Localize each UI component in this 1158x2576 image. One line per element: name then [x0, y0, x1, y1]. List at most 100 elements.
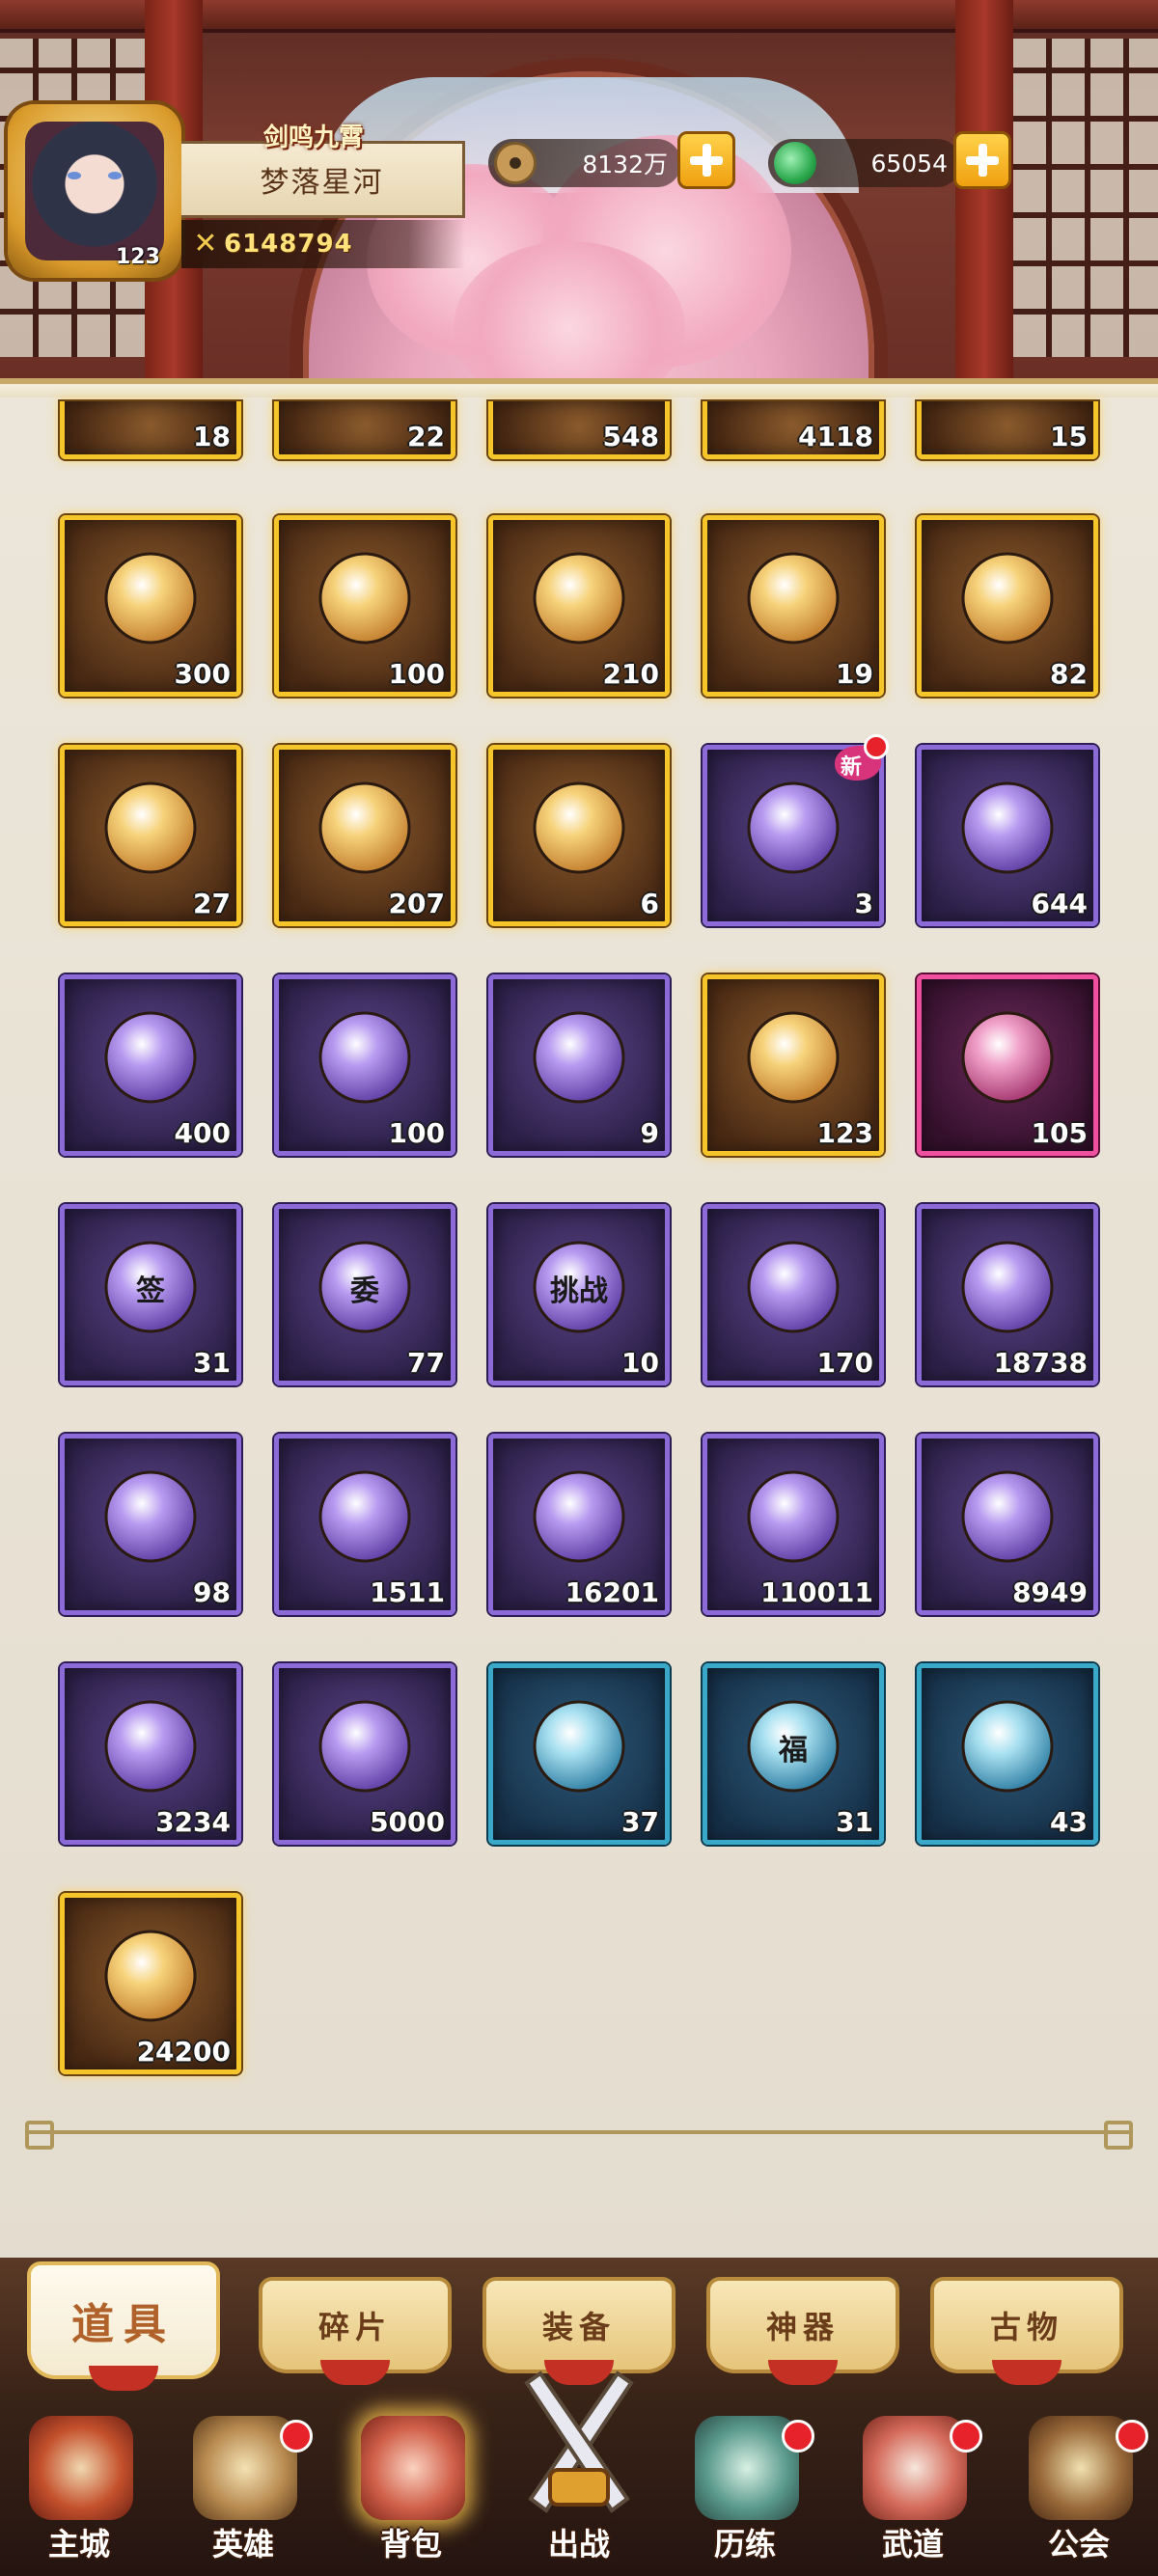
nav-martial[interactable]: 武道 — [836, 2393, 990, 2576]
inventory-slot[interactable]: 3234 — [60, 1663, 241, 1845]
new-badge: 新 — [835, 734, 889, 782]
item-quantity: 6 — [640, 888, 659, 919]
dragon-emblem-icon — [97, 1923, 204, 2029]
item-quantity: 16201 — [565, 1576, 659, 1608]
inventory-slot[interactable]: 210 — [488, 515, 670, 697]
white-flowers-icon — [526, 1693, 632, 1799]
nav-battle[interactable]: 出战 — [502, 2354, 656, 2576]
inventory-panel: 18 22 548 4118 15 300 100 210 19 82 27 207 6 3 新 644 400… — [0, 378, 1158, 2274]
nav-main-city[interactable]: 主城 — [2, 2393, 156, 2576]
item-quantity: 300 — [174, 658, 231, 690]
nav-training[interactable]: 历练 — [668, 2393, 822, 2576]
player-name: 梦落星河 — [260, 166, 384, 200]
inventory-slot[interactable]: 98 — [60, 1434, 241, 1615]
inventory-slot[interactable]: 18 — [60, 401, 241, 459]
inventory-slot[interactable]: 644 — [917, 745, 1098, 926]
item-quantity: 10 — [621, 1347, 659, 1379]
tab-antiques[interactable]: 古物 — [930, 2277, 1123, 2385]
item-glyph: 委 — [350, 1274, 379, 1308]
panel-divider — [25, 2121, 1133, 2150]
iron-ore-icon — [97, 1693, 204, 1799]
inventory-slot[interactable]: 105 — [917, 974, 1098, 1156]
item-quantity: 1511 — [370, 1576, 445, 1608]
inventory-slot[interactable]: 3新 — [703, 734, 889, 926]
tab-artifacts[interactable]: 神器 — [706, 2277, 899, 2385]
item-quantity: 27 — [193, 888, 231, 919]
nav-backpack[interactable]: 背包 — [334, 2393, 488, 2576]
inventory-slot[interactable]: 100 — [274, 515, 455, 697]
inventory-slot[interactable]: 9 — [488, 974, 670, 1156]
inventory-slot[interactable]: 548 — [488, 401, 670, 459]
item-quantity: 18738 — [993, 1347, 1088, 1379]
coin-currency: 8132万 — [488, 139, 681, 187]
stone-plate-icon — [97, 775, 204, 881]
red-scroll-icon — [97, 1004, 204, 1110]
inventory-slot[interactable]: 挑战 10 — [488, 1204, 670, 1385]
lucky-bag-icon — [740, 775, 846, 881]
bottom-nav: 主城 英雄 背包 出战 历练 武道 公会 — [0, 2370, 1158, 2576]
fire-swirl-orb-icon — [740, 545, 846, 651]
copper-coin-icon — [494, 142, 537, 184]
inventory-slot[interactable]: 43 — [917, 1663, 1098, 1845]
inventory-slot[interactable]: 8949 — [917, 1434, 1098, 1615]
inventory-slot[interactable]: 15 — [917, 401, 1098, 459]
inventory-slot[interactable]: 170 — [703, 1204, 884, 1385]
scroll-medal-icon — [740, 1234, 846, 1340]
blue-gem-icon — [312, 1004, 418, 1110]
item-quantity: 43 — [1050, 1806, 1088, 1838]
item-glyph: 挑战 — [550, 1274, 608, 1308]
bottle-icon — [312, 775, 418, 881]
item-glyph: 签 — [136, 1274, 165, 1308]
inventory-slot[interactable]: 37 — [488, 1663, 670, 1845]
inventory-slot[interactable]: 16201 — [488, 1434, 670, 1615]
inventory-slot[interactable]: 110011 — [703, 1434, 884, 1615]
item-quantity: 19 — [836, 658, 873, 690]
crimson-orb-icon — [954, 1464, 1061, 1570]
inventory-slot[interactable]: 207 — [274, 745, 455, 926]
add-coin-button[interactable] — [677, 131, 735, 189]
inventory-slot[interactable]: 22 — [274, 401, 455, 459]
item-quantity: 5000 — [370, 1806, 445, 1838]
inventory-slot[interactable]: 委 77 — [274, 1204, 455, 1385]
nav-guild[interactable]: 公会 — [1002, 2393, 1156, 2576]
item-quantity: 207 — [388, 888, 445, 919]
crossed-swords-icon — [524, 2370, 634, 2513]
notification-dot — [864, 734, 889, 759]
inventory-slot[interactable]: 1511 — [274, 1434, 455, 1615]
inventory-slot[interactable]: 100 — [274, 974, 455, 1156]
item-glyph: 福 — [779, 1734, 808, 1768]
training-notification-dot — [782, 2420, 814, 2453]
inventory-slot[interactable]: 19 — [703, 515, 884, 697]
blue-crystal-icon — [97, 545, 204, 651]
paw-amber-icon — [526, 1464, 632, 1570]
inventory-slot[interactable]: 5000 — [274, 1663, 455, 1845]
inventory-slot[interactable]: 27 — [60, 745, 241, 926]
inventory-slot[interactable]: 签 31 — [60, 1204, 241, 1385]
item-quantity: 31 — [836, 1806, 873, 1838]
inventory-slot[interactable]: 18738 — [917, 1204, 1098, 1385]
inventory-slot[interactable]: 6 — [488, 745, 670, 926]
item-quantity: 24200 — [136, 2036, 231, 2068]
item-quantity: 3 — [854, 888, 873, 919]
item-quantity: 15 — [1050, 421, 1088, 452]
nav-heroes[interactable]: 英雄 — [166, 2393, 320, 2576]
inventory-slot[interactable]: 400 — [60, 974, 241, 1156]
jade-value: 65054 — [870, 149, 948, 178]
inventory-slot[interactable]: 福 31 — [703, 1663, 884, 1845]
tab-fragments[interactable]: 碎片 — [259, 2277, 452, 2385]
add-jade-button[interactable] — [953, 131, 1011, 189]
inventory-slot[interactable]: 300 — [60, 515, 241, 697]
rainbow-star-icon — [740, 1004, 846, 1110]
inventory-slot[interactable]: 82 — [917, 515, 1098, 697]
frost-crystal-icon — [312, 1693, 418, 1799]
jade-currency: 65054 — [768, 139, 961, 187]
jade-ruyi-icon — [954, 1004, 1061, 1110]
tab-items[interactable]: 道具 — [27, 2261, 220, 2391]
item-quantity: 105 — [1031, 1117, 1088, 1149]
inventory-slot[interactable]: 24200 — [60, 1893, 241, 2074]
inventory-slot[interactable]: 123 — [703, 974, 884, 1156]
item-quantity: 110011 — [760, 1576, 873, 1608]
city-gate-icon — [29, 2416, 133, 2520]
dagger-icon — [526, 545, 632, 651]
inventory-slot[interactable]: 4118 — [703, 401, 884, 459]
